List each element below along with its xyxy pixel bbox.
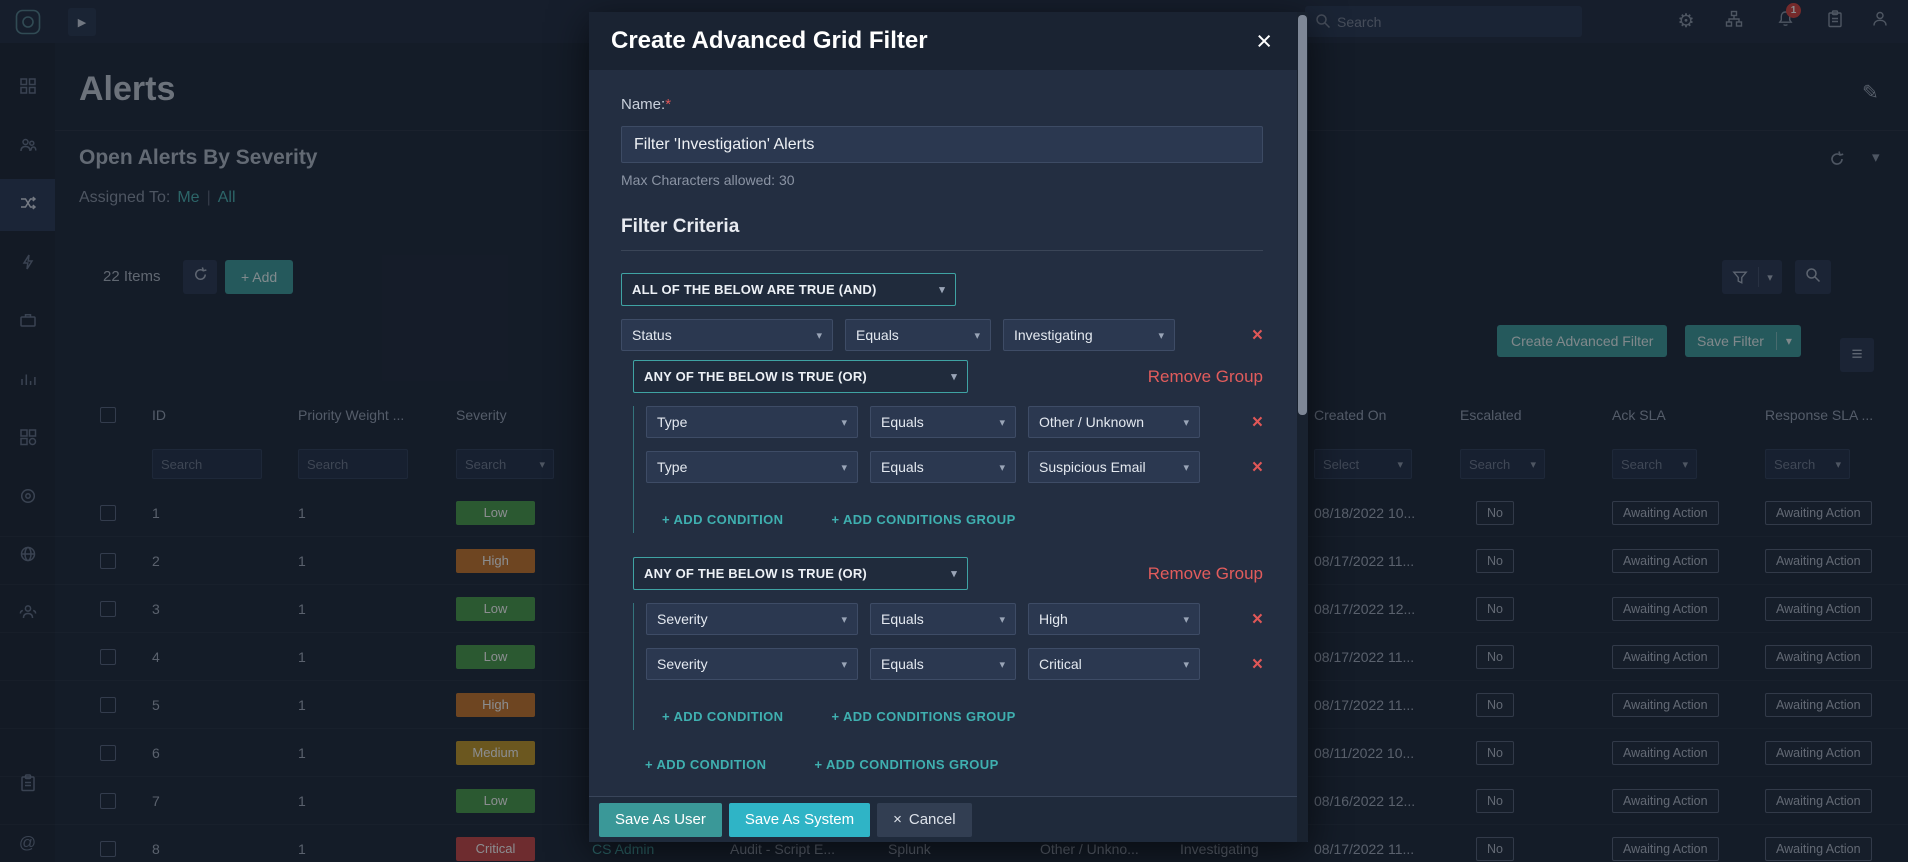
cancel-label: Cancel [908,811,956,828]
caret-down-icon: ▾ [1183,613,1189,626]
field-value: Severity [657,611,708,627]
condition-value-select[interactable]: Investigating ▾ [1003,319,1175,351]
required-asterisk: * [665,96,672,113]
caret-down-icon: ▾ [1183,416,1189,429]
remove-condition-icon[interactable]: × [1252,655,1263,674]
caret-down-icon: ▾ [841,461,847,474]
modal-scrollbar-thumb[interactable] [1298,15,1307,415]
operator-value: Equals [881,656,924,672]
create-filter-modal: Create Advanced Grid Filter × Name:* Max… [589,12,1308,842]
name-label-text: Name: [621,96,666,113]
caret-down-icon: ▾ [816,329,822,342]
caret-down-icon: ▾ [951,568,957,580]
save-as-system-button[interactable]: Save As System [728,802,871,837]
cancel-button[interactable]: × Cancel [877,802,972,837]
criteria-divider [621,250,1263,251]
value-value: Suspicious Email [1039,459,1146,475]
add-condition-link[interactable]: + ADD CONDITION [645,757,766,772]
value-value: Investigating [1014,327,1093,343]
condition-row: Type ▾ Equals ▾ Other / Unknown ▾ × [646,406,1263,438]
name-label: Name:* [621,96,1263,114]
caret-down-icon: ▾ [1158,329,1164,342]
value-value: Critical [1039,656,1082,672]
save-as-user-button[interactable]: Save As User [599,802,722,837]
remove-condition-icon[interactable]: × [1252,413,1263,432]
field-value: Severity [657,656,708,672]
caret-down-icon: ▾ [999,461,1005,474]
add-condition-link[interactable]: + ADD CONDITION [662,512,783,527]
condition-value-select[interactable]: Suspicious Email ▾ [1028,451,1200,483]
app-screen: ▶ ⚙ 1 [0,0,1908,862]
remove-group-link[interactable]: Remove Group [1148,367,1263,387]
caret-down-icon: ▾ [951,371,957,383]
caret-down-icon: ▾ [939,284,945,296]
modal-scrollbar-track [1297,12,1308,842]
remove-condition-icon[interactable]: × [1252,326,1263,345]
caret-down-icon: ▾ [841,658,847,671]
modal-body: Name:* Max Characters allowed: 30 Filter… [589,70,1308,796]
modal-footer: Save As User Save As System × Cancel [589,796,1308,842]
condition-operator-select[interactable]: Equals ▾ [870,406,1016,438]
caret-down-icon: ▾ [999,613,1005,626]
value-value: High [1039,611,1068,627]
add-conditions-group-link[interactable]: + ADD CONDITIONS GROUP [831,709,1015,724]
group-operator-select[interactable]: ANY OF THE BELOW IS TRUE (OR) ▾ [633,557,968,590]
condition-row: Type ▾ Equals ▾ Suspicious Email ▾ × [646,451,1263,483]
operator-value: Equals [881,459,924,475]
conditions-group: ANY OF THE BELOW IS TRUE (OR) ▾ Remove G… [633,360,1263,533]
caret-down-icon: ▾ [1183,461,1189,474]
root-operator-label: ALL OF THE BELOW ARE TRUE (AND) [632,282,877,297]
condition-operator-select[interactable]: Equals ▾ [870,451,1016,483]
operator-value: Equals [856,327,899,343]
filter-name-input[interactable] [621,126,1263,163]
add-conditions-group-link[interactable]: + ADD CONDITIONS GROUP [814,757,998,772]
condition-field-select[interactable]: Severity ▾ [646,603,858,635]
add-conditions-group-link[interactable]: + ADD CONDITIONS GROUP [831,512,1015,527]
condition-row: Severity ▾ Equals ▾ Critical ▾ × [646,648,1263,680]
caret-down-icon: ▾ [841,416,847,429]
value-value: Other / Unknown [1039,414,1145,430]
field-value: Type [657,459,688,475]
condition-field-select[interactable]: Type ▾ [646,451,858,483]
modal-title: Create Advanced Grid Filter [611,27,928,54]
caret-down-icon: ▾ [974,329,980,342]
filter-criteria-heading: Filter Criteria [621,216,740,237]
caret-down-icon: ▾ [1183,658,1189,671]
group-operator-label: ANY OF THE BELOW IS TRUE (OR) [644,369,867,384]
condition-value-select[interactable]: Other / Unknown ▾ [1028,406,1200,438]
condition-field-select[interactable]: Severity ▾ [646,648,858,680]
caret-down-icon: ▾ [841,613,847,626]
add-condition-link[interactable]: + ADD CONDITION [662,709,783,724]
modal-header: Create Advanced Grid Filter × [589,12,1308,70]
remove-condition-icon[interactable]: × [1252,458,1263,477]
caret-down-icon: ▾ [999,416,1005,429]
operator-value: Equals [881,611,924,627]
condition-row: Status ▾ Equals ▾ Investigating ▾ × [621,319,1263,351]
condition-field-select[interactable]: Status ▾ [621,319,833,351]
condition-field-select[interactable]: Type ▾ [646,406,858,438]
condition-value-select[interactable]: Critical ▾ [1028,648,1200,680]
remove-group-link[interactable]: Remove Group [1148,564,1263,584]
field-value: Type [657,414,688,430]
conditions-group: ANY OF THE BELOW IS TRUE (OR) ▾ Remove G… [633,557,1263,730]
caret-down-icon: ▾ [999,658,1005,671]
cancel-x-icon: × [893,811,902,828]
field-value: Status [632,327,672,343]
operator-value: Equals [881,414,924,430]
root-operator-select[interactable]: ALL OF THE BELOW ARE TRUE (AND) ▾ [621,273,956,306]
condition-row: Severity ▾ Equals ▾ High ▾ × [646,603,1263,635]
group-operator-select[interactable]: ANY OF THE BELOW IS TRUE (OR) ▾ [633,360,968,393]
max-chars-note: Max Characters allowed: 30 [621,172,795,188]
group-operator-label: ANY OF THE BELOW IS TRUE (OR) [644,566,867,581]
condition-operator-select[interactable]: Equals ▾ [845,319,991,351]
condition-value-select[interactable]: High ▾ [1028,603,1200,635]
condition-operator-select[interactable]: Equals ▾ [870,603,1016,635]
condition-operator-select[interactable]: Equals ▾ [870,648,1016,680]
remove-condition-icon[interactable]: × [1252,610,1263,629]
close-icon[interactable]: × [1256,27,1272,55]
